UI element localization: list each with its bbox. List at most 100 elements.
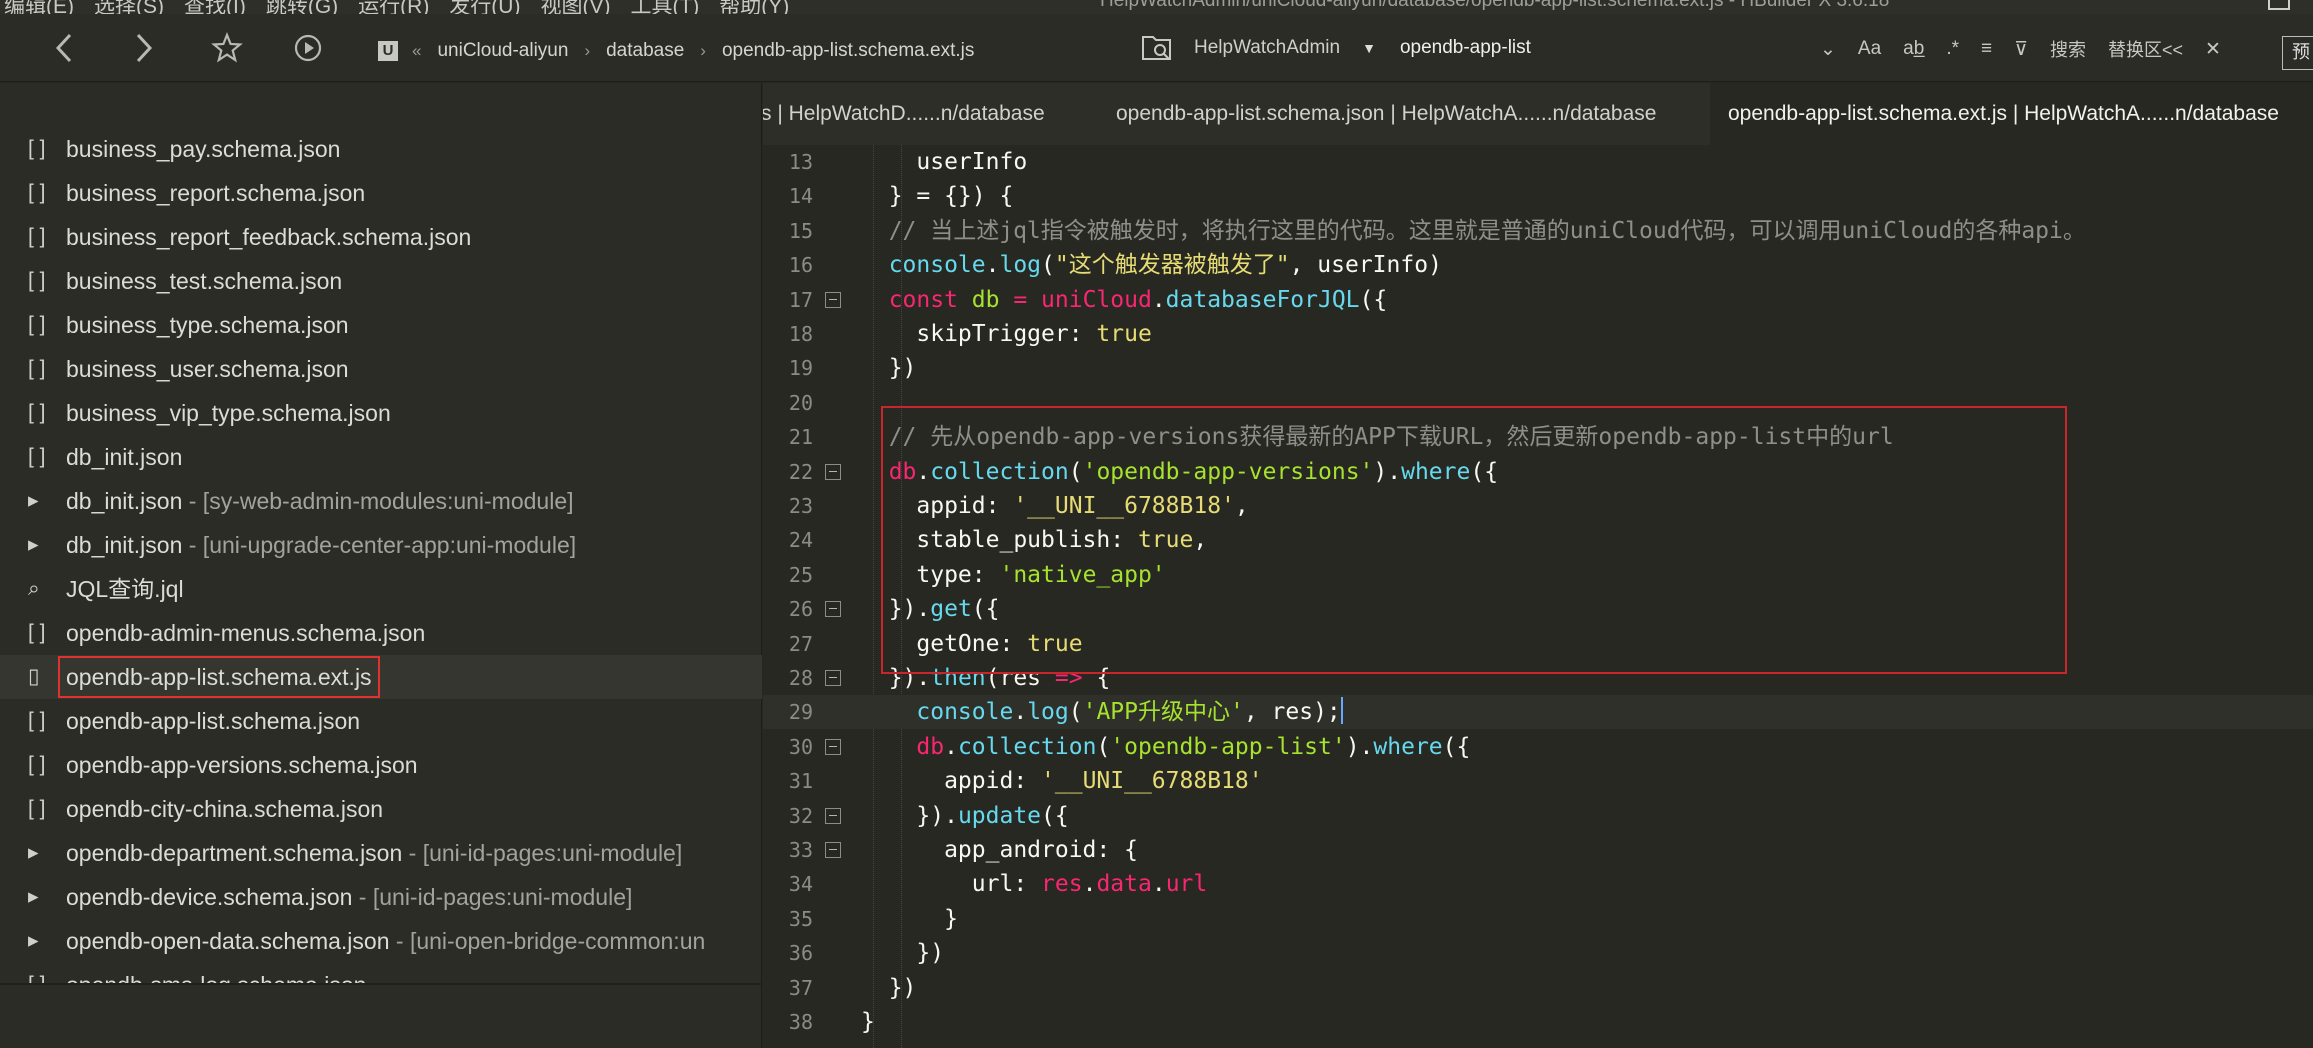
fold-toggle-icon[interactable]: [825, 463, 841, 480]
menu-item[interactable]: 帮助(Y): [719, 0, 789, 14]
code-line[interactable]: 30 db.collection('opendb-app-list').wher…: [763, 730, 2313, 764]
file-tree-item[interactable]: ▸ db_init.json - [sy-web-admin-modules:un…: [0, 479, 762, 523]
tab-app-list-schema-json[interactable]: opendb-app-list.schema.json | HelpWatchA…: [1098, 83, 1674, 145]
menu-item[interactable]: 运行(R): [358, 0, 429, 14]
match-case-icon[interactable]: Aa: [1858, 38, 1881, 60]
code-line[interactable]: 22 db.collection('opendb-app-versions').…: [763, 455, 2313, 489]
breadcrumb-item[interactable]: database: [606, 40, 684, 62]
fold-toggle-icon[interactable]: [825, 842, 841, 858]
code-line[interactable]: 21 // 先从opendb-app-versions获得最新的APP下载URL…: [763, 420, 2313, 454]
file-tree-item[interactable]: [ ] business_report.schema.json: [0, 171, 762, 215]
search-input[interactable]: opendb-app-list: [1400, 37, 1800, 59]
fold-toggle-icon[interactable]: [825, 670, 841, 686]
back-icon[interactable]: [44, 28, 84, 68]
code-line[interactable]: 32 }).update({: [763, 799, 2313, 833]
menu-item[interactable]: 选择(S): [94, 0, 164, 14]
regex-icon[interactable]: .*: [1946, 38, 1959, 60]
code-line[interactable]: 15 // 当上述jql指令被触发时，将执行这里的代码。这里就是普通的uniCl…: [763, 214, 2313, 248]
file-tree-item[interactable]: [ ] business_report_feedback.schema.json: [0, 215, 762, 259]
filter-icon[interactable]: ⊽: [2014, 38, 2028, 61]
expand-arrow-icon[interactable]: ▸: [28, 479, 56, 523]
code-line[interactable]: 26 }).get({: [763, 592, 2313, 626]
file-tree-item[interactable]: ▸ opendb-device.schema.json - [uni-id-pag…: [0, 875, 762, 919]
expand-arrow-icon[interactable]: ▸: [28, 875, 56, 919]
code-editor[interactable]: 13 userInfo 14 } = {}) {15 // 当上述jql指令被触发…: [763, 145, 2313, 1048]
preview-button[interactable]: 预: [2282, 36, 2313, 70]
file-tree-item[interactable]: [ ] business_vip_type.schema.json: [0, 391, 762, 435]
chevron-down-icon[interactable]: ⌄: [1820, 38, 1836, 61]
menu-item[interactable]: 发行(U): [449, 0, 520, 14]
code-line[interactable]: 27 getOne: true: [763, 627, 2313, 661]
breadcrumb-item[interactable]: uniCloud-aliyun: [437, 40, 568, 62]
code-line[interactable]: 14 } = {}) {: [763, 179, 2313, 213]
file-tree-item[interactable]: [ ] business_user.schema.json: [0, 347, 762, 391]
replace-toggle-button[interactable]: 替换区<<: [2108, 36, 2183, 62]
file-tree-item[interactable]: ⌕ JQL查询.jql: [0, 567, 762, 611]
code-line[interactable]: 31 appid: '__UNI__6788B18': [763, 764, 2313, 798]
tab-app-list-schema-ext-js[interactable]: opendb-app-list.schema.ext.js | HelpWatc…: [1710, 83, 2313, 145]
code-line[interactable]: 13 userInfo: [763, 145, 2313, 179]
close-icon[interactable]: ✕: [2205, 38, 2221, 61]
project-select[interactable]: HelpWatchAdmin: [1194, 37, 1340, 59]
file-tree-item[interactable]: [ ] opendb-app-list.schema.json: [0, 699, 762, 743]
fold-toggle-icon[interactable]: [825, 738, 841, 755]
expand-arrow-icon[interactable]: ▸: [28, 831, 56, 875]
code-line[interactable]: 38}: [763, 1005, 2313, 1039]
folder-search-icon[interactable]: [1140, 31, 1174, 65]
expand-arrow-icon[interactable]: ▸: [28, 523, 56, 567]
caret-down-icon[interactable]: ▼: [1362, 40, 1376, 56]
menu-item[interactable]: 视图(V): [540, 0, 610, 14]
code-line[interactable]: 23 appid: '__UNI__6788B18',: [763, 489, 2313, 523]
align-icon[interactable]: ≡: [1981, 38, 1992, 60]
file-tree-item[interactable]: ▸ db_init.json - [uni-upgrade-center-app:…: [0, 523, 762, 567]
code-line[interactable]: 28 }).then(res => {: [763, 661, 2313, 695]
menu-item[interactable]: 查找(I): [184, 0, 246, 14]
code-line[interactable]: 34 url: res.data.url: [763, 867, 2313, 901]
file-tree-item[interactable]: ▸ opendb-department.schema.json - [uni-id…: [0, 831, 762, 875]
code-line[interactable]: 25 type: 'native_app': [763, 558, 2313, 592]
double-chevron-left-icon[interactable]: «: [412, 41, 421, 61]
file-tree-item[interactable]: [ ] opendb-app-versions.schema.json: [0, 743, 762, 787]
fold-toggle-icon[interactable]: [825, 291, 841, 308]
expand-arrow-icon[interactable]: ▸: [28, 919, 56, 963]
code-line[interactable]: 24 stable_publish: true,: [763, 523, 2313, 557]
whole-word-icon[interactable]: ab̲: [1903, 38, 1924, 60]
code-text: appid: '__UNI__6788B18': [861, 768, 1263, 795]
file-tree-item[interactable]: [ ] db_init.json: [0, 435, 762, 479]
file-tree-item[interactable]: [ ] opendb-sms-log.schema.json: [0, 963, 762, 983]
code-line[interactable]: 35 }: [763, 902, 2313, 936]
star-icon[interactable]: [207, 28, 247, 68]
file-name: business_user.schema.json: [66, 356, 349, 382]
fold-toggle-icon[interactable]: [825, 601, 841, 618]
code-text: userInfo: [861, 149, 1028, 175]
code-line[interactable]: 36 }): [763, 936, 2313, 970]
run-icon[interactable]: [288, 28, 328, 68]
search-button[interactable]: 搜索: [2050, 36, 2086, 62]
tab-helpwatch-database[interactable]: s | HelpWatchD......n/database: [763, 83, 1063, 145]
forward-icon[interactable]: [124, 28, 164, 68]
code-line[interactable]: 17 const db = uniCloud.databaseForJQL({: [763, 283, 2313, 317]
fold-toggle-icon[interactable]: [825, 807, 841, 824]
line-number: 14: [788, 184, 813, 209]
file-tree-item[interactable]: [ ] business_test.schema.json: [0, 259, 762, 303]
code-line[interactable]: 37 }): [763, 971, 2313, 1005]
file-tree-item[interactable]: [ ] opendb-city-china.schema.json: [0, 787, 762, 831]
code-line[interactable]: 19 }): [763, 351, 2313, 385]
code-line[interactable]: 20: [763, 386, 2313, 420]
code-line[interactable]: 29 console.log('APP升级中心', res);: [763, 695, 2313, 730]
window-maximize-icon[interactable]: [2268, 0, 2290, 10]
code-line[interactable]: 16 console.log("这个触发器被触发了", userInfo): [763, 248, 2313, 282]
menu-item[interactable]: 编辑(E): [4, 0, 74, 14]
file-tree-item[interactable]: ▸ opendb-open-data.schema.json - [uni-ope…: [0, 919, 762, 963]
file-tree-item[interactable]: [ ] business_pay.schema.json: [0, 127, 762, 171]
breadcrumb-item[interactable]: opendb-app-list.schema.ext.js: [722, 40, 974, 62]
menu-item[interactable]: 工具(T): [630, 0, 699, 14]
file-tree-item[interactable]: ▯ opendb-app-list.schema.ext.js: [0, 655, 762, 699]
code-line[interactable]: 33 app_android: {: [763, 833, 2313, 867]
code-line[interactable]: 18 skipTrigger: true: [763, 317, 2313, 351]
file-tree-item[interactable]: [ ] opendb-admin-menus.schema.json: [0, 611, 762, 655]
line-number: 33: [788, 838, 813, 862]
file-tree-item[interactable]: [ ] business_type.schema.json: [0, 303, 762, 347]
module-label: - [uni-open-bridge-common:un: [389, 928, 706, 954]
menu-item[interactable]: 跳转(G): [266, 0, 338, 14]
